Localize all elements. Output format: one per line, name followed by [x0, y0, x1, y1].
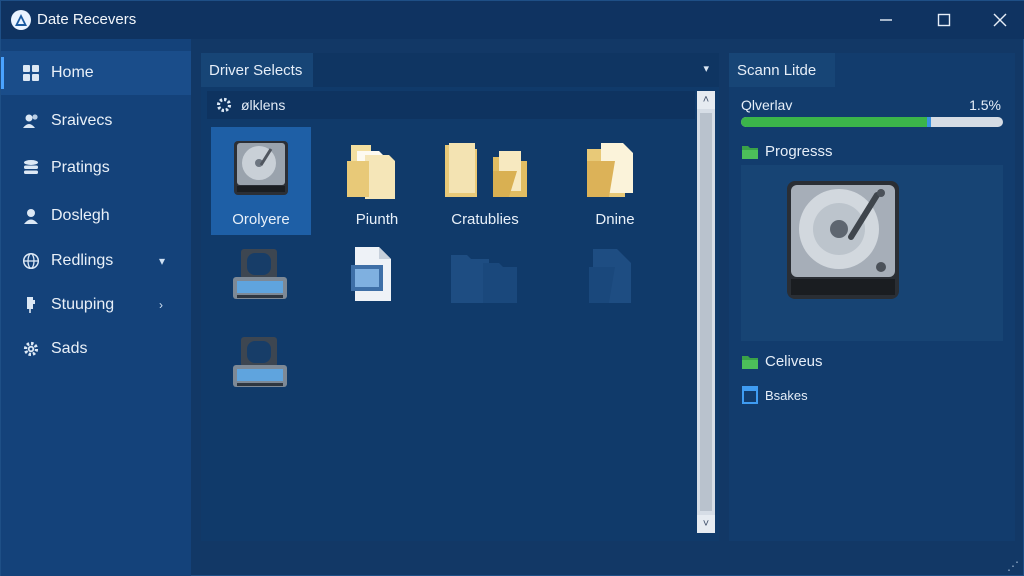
media-file-icon [351, 247, 391, 301]
app-title: Date Recevers [37, 11, 137, 28]
close-button[interactable] [985, 7, 1015, 33]
globe-icon [21, 251, 41, 271]
gear-icon[interactable] [215, 96, 233, 114]
maximize-button[interactable] [929, 7, 959, 33]
sidebar-item-label: Redlings [51, 252, 114, 269]
sidebar-item-pratings[interactable]: Pratings [1, 146, 191, 190]
removable-drive-icon [233, 249, 287, 299]
scroll-up-button[interactable]: ˄ [697, 91, 715, 109]
sidebar-item-sraivecs[interactable]: Sraivecs [1, 99, 191, 143]
folder-file-icon [587, 143, 633, 197]
subbar-label: ølklens [241, 97, 286, 113]
tile-label: Orolyere [232, 211, 290, 228]
row-label: Progresss [765, 143, 833, 160]
resize-grip[interactable]: ⋰ [1007, 559, 1019, 573]
driver-panel-header: Driver Selects ▾ [201, 53, 719, 87]
title-bar: Date Recevers [1, 1, 1024, 39]
sidebar-item-label: Doslegh [51, 207, 110, 224]
sidebar-item-label: Home [51, 64, 94, 81]
tile-label: Cratublies [451, 211, 519, 228]
sidebar-item-redlings[interactable]: Redlings ▾ [1, 239, 191, 283]
vertical-scrollbar[interactable]: ˄ ˅ [697, 91, 715, 533]
tile-label: Piunth [355, 211, 399, 228]
sidebar-item-stuuping[interactable]: Stuuping › [1, 283, 191, 327]
tile-media-file[interactable] [327, 239, 427, 347]
tile-removable-drive[interactable] [211, 327, 311, 435]
tile-folder-file[interactable]: Dnine [565, 127, 665, 235]
grid-icon [21, 63, 41, 83]
scroll-thumb[interactable] [700, 113, 712, 511]
tile-folders[interactable]: Cratublies [435, 127, 535, 235]
sidebar-item-label: Sraivecs [51, 112, 113, 129]
folder-documents-icon [347, 145, 395, 199]
drive-preview [741, 165, 1003, 341]
tab-scan[interactable]: Scann Litde [729, 53, 835, 87]
tile-faded-file[interactable] [565, 239, 665, 347]
tile-faded-folder[interactable] [435, 239, 535, 347]
overview-label: Qlverlav [741, 97, 793, 113]
row-celiveus[interactable]: Celiveus [741, 353, 823, 370]
row-label: Celiveus [765, 353, 823, 370]
folder-subbar: ølklens [207, 91, 695, 119]
scroll-down-button[interactable]: ˅ [697, 515, 715, 533]
user-icon [21, 206, 41, 226]
hard-drive-icon [234, 141, 288, 195]
sidebar-item-label: Pratings [51, 159, 110, 176]
row-bsakes[interactable]: Bsakes [741, 385, 808, 405]
blue-file-icon [742, 386, 758, 404]
gear-icon [21, 339, 41, 359]
tile-drive[interactable]: Orolyere [211, 127, 311, 235]
removable-drive-icon [233, 337, 287, 387]
dropdown-toggle[interactable]: ▾ [703, 62, 709, 75]
sidebar-item-sads[interactable]: Sads [1, 327, 191, 371]
green-folder-icon [742, 355, 758, 369]
close-icon [993, 13, 1007, 27]
chevron-right-icon: › [159, 298, 163, 312]
sidebar: Home Sraivecs Pratings Doslegh Redlings [1, 39, 191, 576]
sidebar-item-doslegh[interactable]: Doslegh [1, 194, 191, 238]
driver-panel: Driver Selects ▾ ølklens Orolyere Piunth… [201, 53, 719, 541]
sidebar-item-label: Sads [51, 340, 88, 357]
database-icon [21, 158, 41, 178]
green-folder-icon [742, 145, 758, 159]
scan-progress-bar [741, 117, 1003, 127]
tile-label: Dnine [595, 211, 635, 228]
maximize-icon [937, 13, 951, 27]
scan-progress-fill [741, 117, 932, 127]
sidebar-item-label: Stuuping [51, 296, 115, 313]
pin-icon [21, 295, 41, 315]
folders-icon [445, 143, 527, 197]
app-window: Date Recevers Home Sraivecs Pratings Dos… [0, 0, 1024, 576]
chevron-down-icon: ▾ [159, 254, 166, 268]
scan-panel: Scann Litde Qlverlav 1.5% Progresss Celi… [729, 53, 1015, 541]
faded-folder-icon [451, 255, 517, 303]
hard-drive-icon [787, 181, 899, 299]
overview-percent: 1.5% [969, 97, 1001, 113]
tab-driver-selects[interactable]: Driver Selects [201, 53, 313, 87]
sidebar-item-home[interactable]: Home [1, 51, 191, 95]
row-label: Bsakes [765, 387, 808, 403]
row-progress[interactable]: Progresss [741, 143, 833, 160]
faded-file-icon [589, 249, 631, 303]
tile-folder[interactable]: Piunth [327, 127, 427, 235]
minimize-icon [880, 19, 892, 21]
app-logo-icon [11, 10, 31, 30]
users-icon [21, 111, 41, 131]
minimize-button[interactable] [871, 7, 901, 33]
